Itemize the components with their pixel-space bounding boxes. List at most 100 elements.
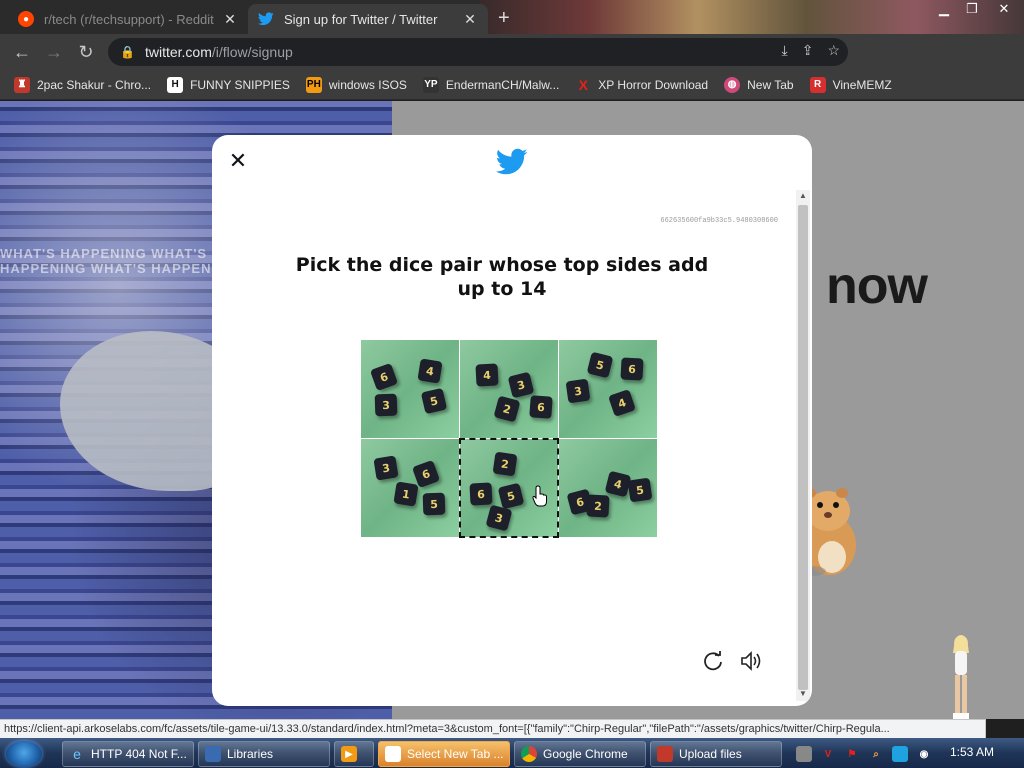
bookmark-item[interactable]: X XP Horror Download (575, 77, 709, 93)
twitter-icon (258, 11, 274, 27)
bookmark-item[interactable]: ♜ 2pac Shakur - Chro... (14, 76, 152, 93)
upload-icon (657, 746, 673, 762)
scrollbar-thumb[interactable] (798, 205, 808, 690)
die: 5 (497, 482, 525, 510)
bookmark-item[interactable]: R VineMEMZ (809, 76, 892, 93)
taskbar-item-upload[interactable]: Upload files (650, 741, 782, 767)
die: 6 (620, 357, 644, 381)
bookmark-star-icon[interactable]: ☆ (827, 42, 840, 59)
link-status-bar: https://client-api.arkoselabs.com/fc/ass… (0, 719, 986, 739)
signup-modal: ✕ ▲ ▼ 662635600fa9b33c5.9480308600 Pick … (212, 135, 812, 706)
v-icon[interactable]: V (820, 746, 836, 762)
close-icon[interactable]: ✕ (222, 11, 238, 28)
start-orb-icon[interactable] (6, 741, 42, 767)
taskbar-item-media[interactable]: ▶ (334, 741, 374, 767)
die: 3 (485, 504, 513, 532)
taskbar-clock: 1:53 AM (950, 745, 995, 759)
bookmark-label: FUNNY SNIPPIES (190, 77, 290, 92)
dancer-sticker-icon (953, 635, 969, 719)
chrome-window-icon (385, 746, 401, 762)
die: 5 (627, 477, 653, 503)
new-tab-button[interactable]: + (498, 7, 510, 30)
bookmark-label: 2pac Shakur - Chro... (37, 77, 152, 92)
bookmark-label: XP Horror Download (598, 77, 709, 92)
captcha-tile[interactable]: 3615 (361, 439, 459, 537)
die: 2 (493, 395, 521, 423)
captcha-tile[interactable]: 6425 (559, 439, 657, 537)
die: 6 (469, 482, 493, 506)
die: 4 (608, 389, 636, 417)
taskbar-item-label: Google Chrome (543, 747, 628, 761)
install-app-icon[interactable]: ⤓ (782, 42, 788, 59)
ph-icon: PH (305, 76, 322, 93)
bookmark-icon: ♜ (14, 76, 30, 93)
die: 1 (393, 481, 419, 507)
bookmark-item[interactable]: ◍ New Tab (724, 76, 794, 93)
lock-icon: 🔒 (120, 45, 135, 59)
chrome-icon (521, 746, 537, 762)
back-icon[interactable]: ← (6, 36, 38, 68)
taskbar-item-label: HTTP 404 Not F... (91, 747, 187, 761)
media-icon: ▶ (341, 746, 357, 762)
die: 6 (369, 362, 399, 392)
taskbar-item-libraries[interactable]: Libraries (198, 741, 330, 767)
share-icon[interactable]: ⇪ (802, 42, 814, 59)
reload-challenge-icon[interactable] (702, 650, 724, 672)
twitter-logo-icon (496, 148, 528, 175)
scroll-up-arrow-icon[interactable]: ▲ (798, 191, 808, 200)
bookmark-label: EndermanCH/Malw... (445, 77, 560, 92)
volume-icon[interactable]: ◉ (916, 746, 932, 762)
bookmark-item[interactable]: H FUNNY SNIPPIES (167, 76, 290, 93)
taskbar-item-label: Select New Tab ... (407, 747, 504, 761)
captcha-prompt: Pick the dice pair whose top sides add u… (295, 254, 709, 300)
captcha-tile-grid: 643543265634361526536425 (361, 340, 657, 538)
captcha-tile[interactable]: 4326 (460, 340, 558, 438)
forward-icon[interactable]: → (38, 36, 70, 68)
tab-reddit[interactable]: ● r/tech (r/techsupport) - Reddit ✕ (8, 4, 248, 34)
captcha-tile[interactable]: 56 34 (559, 340, 657, 438)
scroll-down-arrow-icon[interactable]: ▼ (798, 689, 808, 698)
bookmark-item[interactable]: YP EndermanCH/Malw... (422, 76, 560, 93)
reload-icon[interactable]: ↻ (70, 36, 102, 68)
browser-toolbar: ← → ↻ 🔒 twitter.com/i/flow/signup ⤓ ⇪ ☆ … (0, 34, 1024, 95)
die: 3 (507, 371, 535, 399)
audio-challenge-icon[interactable] (740, 650, 764, 672)
captcha-session-id: 662635600fa9b33c5.9480308600 (660, 217, 778, 225)
search-icon[interactable]: ⌕ (868, 746, 884, 762)
close-icon[interactable]: ✕ (462, 11, 478, 28)
taskbar-item-label: Upload files (679, 747, 742, 761)
die: 6 (529, 395, 553, 419)
die: 5 (420, 387, 448, 415)
die: 5 (422, 492, 446, 516)
monitor-icon[interactable] (892, 746, 908, 762)
tab-twitter-signup[interactable]: Sign up for Twitter / Twitter ✕ (248, 4, 488, 34)
die: 4 (417, 358, 443, 384)
die: 4 (475, 363, 499, 387)
taskbar-item-label: Libraries (227, 747, 274, 761)
close-icon[interactable]: ✕ (226, 149, 250, 173)
tab-title: Sign up for Twitter / Twitter (284, 11, 438, 27)
die: 2 (492, 451, 518, 477)
die: 3 (565, 378, 591, 404)
taskbar-item-ie[interactable]: e HTTP 404 Not F... (62, 741, 194, 767)
minimize-icon[interactable]: ▁ (930, 0, 958, 20)
bookmark-item[interactable]: PH windows ISOS (305, 76, 407, 93)
restore-icon[interactable]: ❐ (958, 0, 986, 20)
headline-now: now (826, 257, 928, 315)
captcha-tile[interactable]: 6435 (361, 340, 459, 438)
hand-cursor-icon (532, 485, 547, 507)
yt-icon: YP (422, 76, 439, 93)
ie-icon: e (73, 746, 81, 762)
flag-icon[interactable]: ⚑ (844, 746, 860, 762)
die: 5 (586, 351, 614, 379)
globe-icon: ◍ (724, 76, 741, 93)
bookmark-label: New Tab (747, 77, 794, 92)
folder-icon (205, 746, 221, 762)
taskbar-item-chrome[interactable]: Google Chrome (514, 741, 646, 767)
taskbar-item-select-new-tab[interactable]: Select New Tab ... (378, 741, 510, 767)
address-bar[interactable]: 🔒 twitter.com/i/flow/signup ⤓ ⇪ ☆ (108, 38, 848, 66)
url-path: /i/flow/signup (211, 44, 293, 60)
die: 3 (374, 393, 398, 417)
network-icon[interactable] (796, 746, 812, 762)
window-close-icon[interactable]: ✕ (990, 0, 1018, 20)
